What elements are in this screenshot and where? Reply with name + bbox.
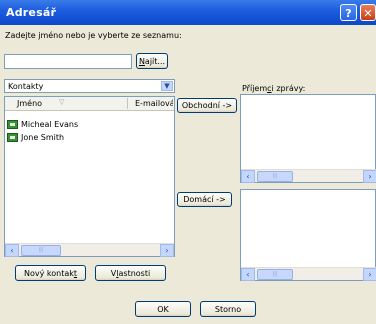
list-item[interactable]: Micheal Evans — [7, 118, 78, 130]
folder-select-value: Kontakty — [8, 82, 44, 91]
scroll-left-icon[interactable]: ‹ — [241, 170, 255, 183]
scroll-thumb[interactable]: ||| — [257, 171, 293, 182]
horizontal-scrollbar[interactable]: ‹ ||| › — [5, 243, 174, 257]
contact-card-icon — [7, 132, 18, 142]
title-bar[interactable] — [0, 0, 376, 25]
help-button[interactable]: ? — [340, 4, 357, 21]
scroll-right-icon[interactable]: › — [160, 244, 174, 257]
scroll-thumb[interactable]: ||| — [257, 269, 293, 280]
scroll-left-icon[interactable]: ‹ — [241, 268, 255, 281]
business-recipient-button[interactable]: Obchodní -> — [177, 98, 237, 113]
contacts-list[interactable]: Jméno ▽ E-mailová Micheal Evans Jone Smi… — [4, 96, 175, 257]
sort-arrow-icon: ▽ — [59, 98, 65, 106]
scroll-thumb[interactable]: ||| — [21, 245, 61, 256]
contact-name: Jone Smith — [21, 132, 65, 142]
home-recipient-button[interactable]: Domácí -> — [177, 192, 232, 207]
find-button[interactable]: Najít... — [136, 53, 168, 69]
scroll-left-icon[interactable]: ‹ — [5, 244, 19, 257]
close-button[interactable]: ✕ — [360, 4, 376, 21]
new-contact-button[interactable]: Nový kontak t — [15, 265, 86, 281]
contact-card-icon — [7, 119, 18, 129]
contact-name: Micheal Evans — [21, 119, 79, 129]
folder-select[interactable]: Kontakty ▼ — [4, 79, 175, 93]
list-item[interactable]: Jone Smith — [7, 131, 64, 143]
column-name[interactable]: Jméno — [17, 99, 42, 108]
cancel-button[interactable]: Storno — [200, 301, 256, 317]
search-input[interactable] — [4, 54, 132, 69]
scroll-right-icon[interactable]: › — [363, 268, 376, 281]
window-title: Adresář — [6, 6, 57, 19]
horizontal-scrollbar[interactable]: ‹ ||| › — [241, 267, 376, 281]
column-divider[interactable] — [127, 98, 128, 109]
contacts-header: Jméno ▽ E-mailová — [5, 97, 174, 111]
column-email[interactable]: E-mailová — [135, 99, 173, 108]
recipients-label: Příjemci zprávy: — [242, 84, 306, 93]
search-prompt: Zadejte jméno nebo je vyberte ze seznamu… — [5, 31, 182, 40]
business-recipients-list[interactable]: ‹ ||| › — [240, 94, 376, 183]
ok-button[interactable]: OK — [135, 301, 191, 317]
scroll-right-icon[interactable]: › — [363, 170, 376, 183]
chevron-down-icon[interactable]: ▼ — [161, 81, 173, 91]
properties-button[interactable]: Vl astnosti — [95, 265, 166, 281]
horizontal-scrollbar[interactable]: ‹ ||| › — [241, 169, 376, 183]
home-recipients-list[interactable]: ‹ ||| › — [240, 189, 376, 281]
